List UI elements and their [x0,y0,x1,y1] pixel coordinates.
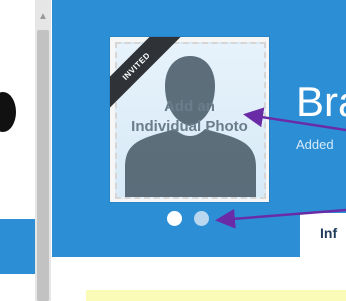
scroll-thumb[interactable] [37,30,49,301]
add-photo-label: Add an Individual Photo [131,98,248,135]
left-blue-bar [0,219,35,274]
added-text: Added [296,137,334,152]
carousel-dot-1[interactable] [167,211,182,226]
add-photo-card[interactable]: INVITED Add an Individual Photo [110,37,269,202]
tab-info[interactable]: Inf [300,213,346,257]
yellow-notice-band [86,290,346,301]
profile-name: Bra [296,78,346,125]
carousel-dots [167,211,209,227]
tab-info-label: Inf [320,225,338,241]
carousel-dot-2[interactable] [194,211,209,226]
vertical-scrollbar[interactable]: ▲ [35,0,51,301]
scroll-up-icon[interactable]: ▲ [35,8,51,24]
